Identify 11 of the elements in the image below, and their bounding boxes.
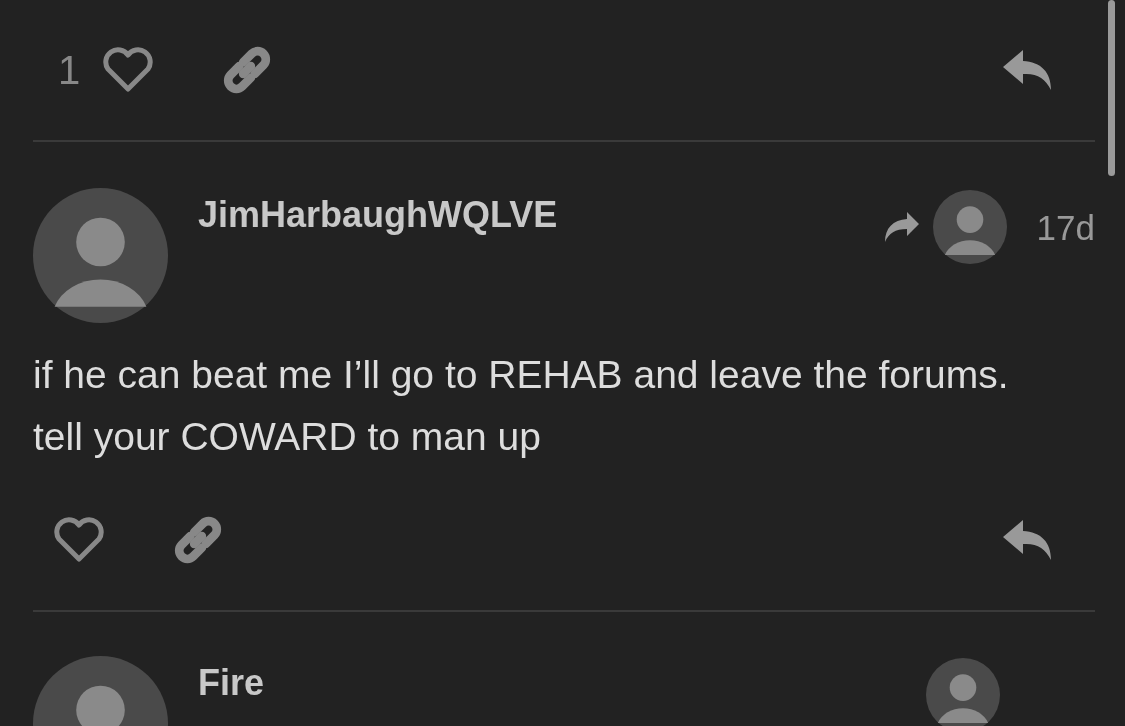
- username[interactable]: Fire: [198, 662, 265, 704]
- post-text: if he can beat me I’ll go to REHAB and leave the forums. tell your COWARD to man up: [33, 352, 1010, 460]
- heart-icon[interactable]: [53, 517, 105, 563]
- heart-icon[interactable]: [102, 47, 155, 93]
- like-count: 1: [58, 47, 81, 93]
- avatar-icon[interactable]: [926, 658, 1000, 726]
- scrollbar[interactable]: [1108, 0, 1115, 176]
- avatar-icon[interactable]: [932, 190, 1007, 264]
- username[interactable]: JimHarbaughWQLVE: [198, 194, 558, 236]
- avatar-icon[interactable]: [33, 188, 168, 323]
- post-date[interactable]: 17d: [1036, 208, 1095, 248]
